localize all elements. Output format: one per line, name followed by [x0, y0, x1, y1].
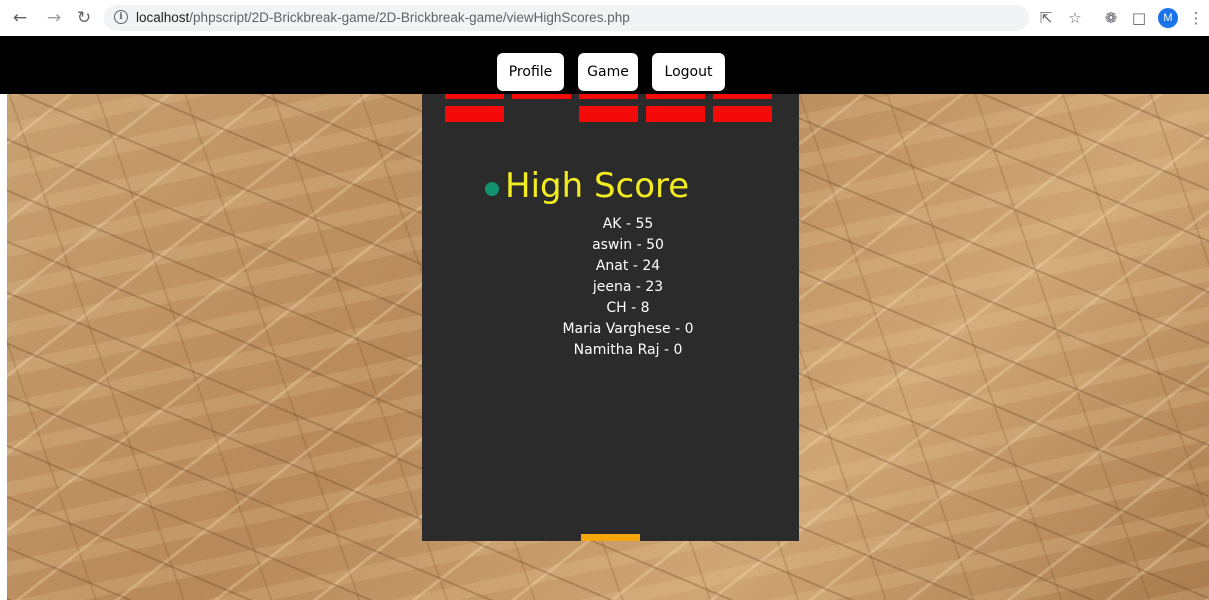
url-path: /phpscript/2D-Brickbreak-game/2D-Brickbr… [189, 10, 630, 25]
brick [713, 94, 772, 99]
logout-button[interactable]: Logout [652, 53, 725, 91]
profile-avatar[interactable]: M [1158, 8, 1178, 28]
high-score-list: AK - 55 aswin - 50 Anat - 24 jeena - 23 … [422, 214, 834, 361]
forward-arrow-icon[interactable]: → [42, 6, 66, 30]
profile-button[interactable]: Profile [497, 53, 564, 91]
game-board: High Score AK - 55 aswin - 50 Anat - 24 … [422, 94, 799, 541]
brick [646, 106, 705, 122]
game-button[interactable]: Game [578, 53, 638, 91]
high-score-title: High Score [505, 166, 690, 206]
extensions-puzzle-icon[interactable]: ❁ [1100, 7, 1122, 29]
ball [485, 182, 499, 196]
score-entry: AK - 55 [602, 216, 654, 232]
paddle [581, 534, 640, 541]
score-entry: Anat - 24 [595, 258, 661, 274]
top-nav-bar: Profile Game Logout [0, 36, 1209, 94]
side-panel-icon[interactable]: □ [1128, 7, 1150, 29]
brick [445, 94, 504, 99]
brick [713, 106, 772, 122]
back-arrow-icon[interactable]: ← [8, 6, 32, 30]
url-host: localhost [136, 10, 190, 25]
share-icon[interactable]: ⇱ [1035, 7, 1057, 29]
brick [579, 94, 638, 99]
brick [445, 106, 504, 122]
score-entry: CH - 8 [606, 300, 650, 316]
address-bar[interactable]: i localhost/phpscript/2D-Brickbreak-game… [104, 5, 1029, 31]
brick [512, 94, 571, 99]
url-text[interactable]: localhost/phpscript/2D-Brickbreak-game/2… [136, 10, 630, 25]
info-icon[interactable]: i [114, 10, 128, 24]
score-entry: aswin - 50 [592, 237, 664, 253]
brick [646, 94, 705, 99]
page-viewport: Profile Game Logout High Score AK - 55 a… [0, 36, 1209, 600]
score-entry: jeena - 23 [592, 279, 664, 295]
browser-toolbar: ← → ↻ i localhost/phpscript/2D-Brickbrea… [0, 0, 1209, 36]
brick [579, 106, 638, 122]
score-entry: Namitha Raj - 0 [573, 342, 683, 358]
bookmark-star-icon[interactable]: ☆ [1064, 7, 1086, 29]
reload-icon[interactable]: ↻ [72, 6, 96, 30]
kebab-menu-icon[interactable]: ⋮ [1185, 7, 1207, 29]
score-entry: Maria Varghese - 0 [562, 321, 694, 337]
